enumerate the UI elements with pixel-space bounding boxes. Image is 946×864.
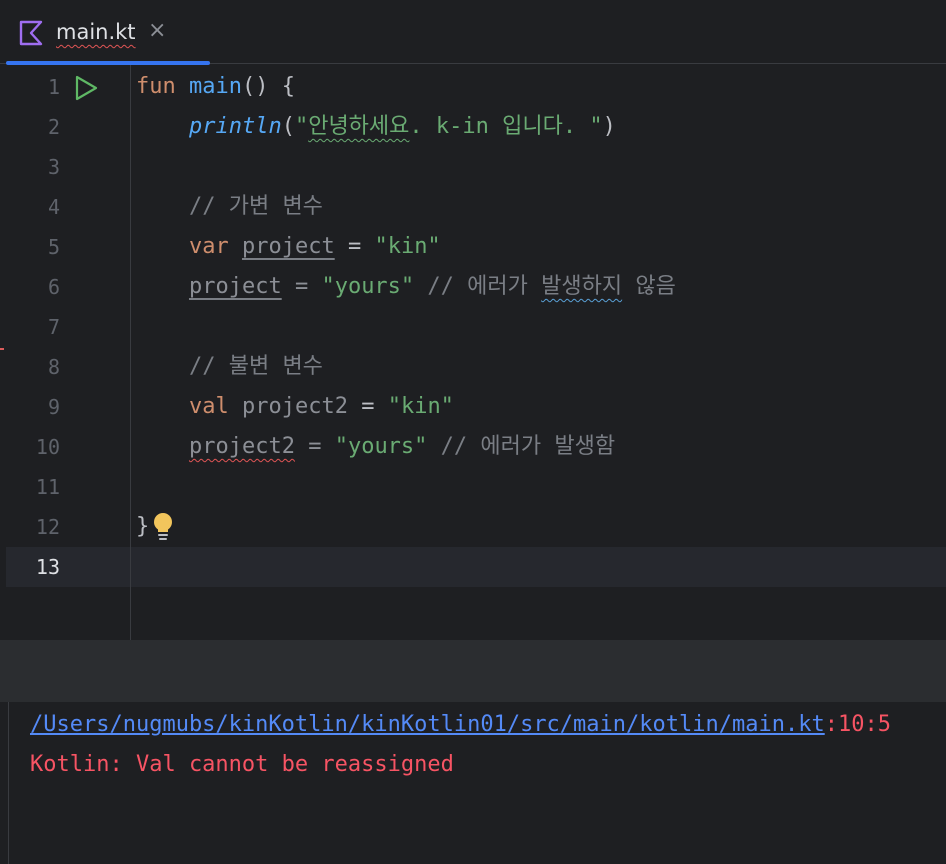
- code-line-12: 12 }: [0, 507, 946, 547]
- code-line-10: 10 project2 = "yours" // 에러가 발생함: [0, 427, 946, 467]
- line-number: 13: [35, 555, 60, 579]
- line-number: 8: [47, 355, 60, 379]
- line-number: 9: [47, 395, 60, 419]
- code-line-5: 5 var project = "kin": [0, 227, 946, 267]
- code-line-3: 3: [0, 147, 946, 187]
- error-position: :10:5: [824, 712, 891, 737]
- file-path-link[interactable]: /Users/nugmubs/kinKotlin/kinKotlin01/src…: [30, 712, 825, 737]
- tool-window-header: [0, 640, 946, 702]
- code-line-2: 2 println("안녕하세요. k-in 입니다. "): [0, 107, 946, 147]
- error-message: Kotlin: Val cannot be reassigned: [30, 752, 454, 777]
- code-line-9: 9 val project2 = "kin": [0, 387, 946, 427]
- code-line-13: 13: [0, 547, 946, 587]
- kotlin-file-icon: [19, 20, 43, 46]
- run-gutter-icon[interactable]: [73, 75, 99, 101]
- line-number: 3: [47, 155, 60, 179]
- tab-main-kt[interactable]: main.kt ×: [6, 0, 210, 65]
- code-line-7: 7: [0, 307, 946, 347]
- tab-title: main.kt: [56, 20, 136, 44]
- code-line-11: 11: [0, 467, 946, 507]
- code-text: fun main() {: [136, 74, 295, 99]
- line-number: 7: [47, 315, 60, 339]
- output-divider: [8, 702, 9, 864]
- line-number: 5: [47, 235, 60, 259]
- lightbulb-icon[interactable]: [150, 511, 176, 543]
- code-text: project2 = "yours" // 에러가 발생함: [188, 434, 616, 459]
- build-output-panel: /Users/nugmubs/kinKotlin/kinKotlin01/src…: [0, 702, 946, 864]
- code-text: println("안녕하세요. k-in 입니다. "): [188, 114, 616, 139]
- line-number: 6: [47, 275, 60, 299]
- line-number: 4: [47, 195, 60, 219]
- line-number: 1: [47, 75, 60, 99]
- close-icon[interactable]: ×: [148, 18, 166, 43]
- line-number: 10: [35, 435, 60, 459]
- code-text: var project = "kin": [188, 234, 441, 259]
- code-editor[interactable]: 1 fun main() { 2 println("안녕하세요. k-in 입니…: [0, 65, 946, 640]
- code-text: project = "yours" // 에러가 발생하지 않음: [188, 274, 676, 299]
- code-text: // 불변 변수: [188, 354, 323, 379]
- editor-tab-bar: main.kt ×: [0, 0, 946, 65]
- code-text: }: [136, 514, 150, 539]
- line-number: 12: [35, 515, 60, 539]
- code-text: // 가변 변수: [188, 194, 323, 219]
- code-line-6: 6 project = "yours" // 에러가 발생하지 않음: [0, 267, 946, 307]
- code-line-8: 8 // 불변 변수: [0, 347, 946, 387]
- code-line-4: 4 // 가변 변수: [0, 187, 946, 227]
- code-line-1: 1 fun main() {: [0, 67, 946, 107]
- code-text: val project2 = "kin": [188, 394, 454, 419]
- error-location: /Users/nugmubs/kinKotlin/kinKotlin01/src…: [30, 710, 891, 740]
- line-number: 11: [35, 475, 60, 499]
- line-number: 2: [47, 115, 60, 139]
